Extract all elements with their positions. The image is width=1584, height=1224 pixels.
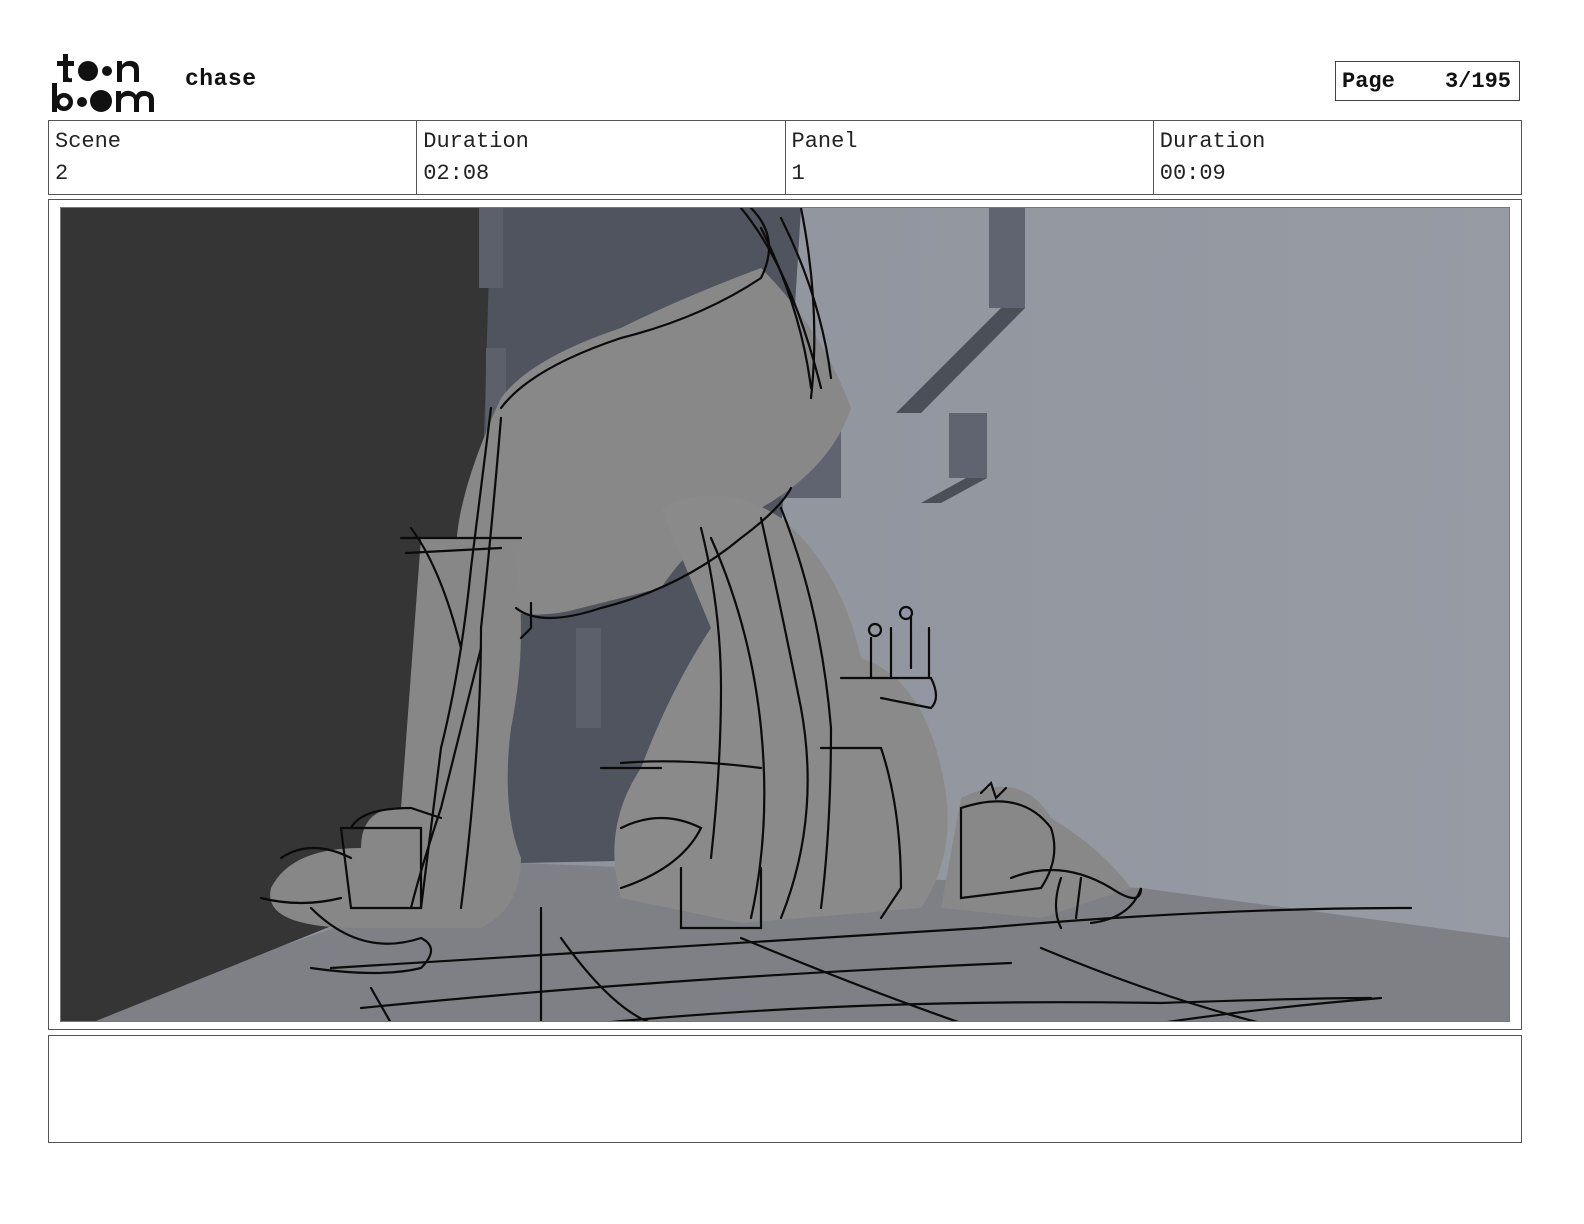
scene-duration-cell: Duration 02:08 — [417, 121, 786, 194]
page-label: Page — [1342, 68, 1395, 94]
notes-box — [48, 1035, 1522, 1143]
scene-label: Scene — [55, 129, 122, 154]
panel-cell: Panel 1 — [786, 121, 1154, 194]
panel-duration-cell: Duration 00:09 — [1154, 121, 1521, 194]
panel-duration-value: 00:09 — [1159, 161, 1226, 186]
scene-cell: Scene 2 — [49, 121, 418, 194]
logo-mark — [52, 54, 154, 112]
sketch-image — [61, 208, 1509, 1021]
scene-info-table: Scene 2 Duration 02:08 Panel 1 Duration … — [48, 120, 1522, 195]
storyboard-sketch — [60, 207, 1510, 1022]
panel-label: Panel — [791, 129, 858, 154]
page-number: 3/195 — [1444, 68, 1511, 94]
scene-duration-label: Duration — [423, 129, 529, 154]
project-title: chase — [185, 66, 257, 92]
toon-boom-logo — [50, 52, 166, 114]
panel-duration-label: Duration — [1159, 129, 1266, 154]
scene-duration-value: 02:08 — [423, 161, 490, 186]
panel-value: 1 — [791, 161, 805, 186]
scene-value: 2 — [55, 161, 69, 186]
page-indicator: Page 3/195 — [1335, 61, 1520, 101]
